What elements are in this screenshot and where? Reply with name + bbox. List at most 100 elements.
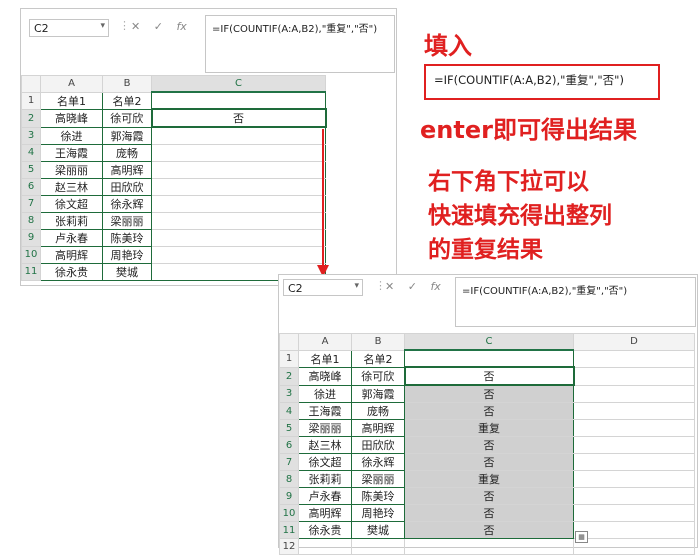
- cell-c[interactable]: [151, 126, 326, 145]
- row-header[interactable]: 6: [279, 436, 299, 454]
- cell-b[interactable]: 名单2: [102, 91, 152, 110]
- cell-c[interactable]: 否: [404, 453, 574, 471]
- row-header[interactable]: 11: [21, 262, 41, 281]
- row-header[interactable]: 4: [279, 402, 299, 420]
- row-header[interactable]: 3: [21, 126, 41, 145]
- cell-a[interactable]: 张莉莉: [40, 211, 103, 230]
- cell-b[interactable]: 郭海霞: [351, 384, 405, 403]
- cell-a[interactable]: 王海霞: [298, 402, 352, 420]
- cell-c[interactable]: 否: [404, 384, 574, 403]
- cell-b[interactable]: 周艳玲: [351, 504, 405, 522]
- corner-cell[interactable]: [279, 333, 299, 351]
- formula-bar-input[interactable]: =IF(COUNTIF(A:A,B2),"重复","否"): [205, 15, 395, 73]
- row-header[interactable]: 1: [21, 91, 41, 110]
- cell-c[interactable]: 否: [404, 402, 574, 420]
- row-header[interactable]: 7: [279, 453, 299, 471]
- row-header[interactable]: 10: [21, 245, 41, 264]
- cell-c[interactable]: [404, 349, 574, 368]
- row-header[interactable]: 1: [279, 349, 299, 368]
- confirm-icon[interactable]: ✓: [408, 280, 417, 293]
- column-header-a[interactable]: A: [298, 333, 352, 351]
- cell-a[interactable]: 徐文超: [298, 453, 352, 471]
- cell-b[interactable]: [351, 538, 405, 555]
- row-header[interactable]: 9: [279, 487, 299, 505]
- column-header-b[interactable]: B: [351, 333, 405, 351]
- row-header[interactable]: 7: [21, 194, 41, 213]
- cell-b[interactable]: 庞畅: [102, 143, 152, 162]
- cell-d[interactable]: [573, 470, 695, 488]
- column-header-c[interactable]: C: [404, 333, 574, 351]
- quick-analysis-icon[interactable]: ▦: [575, 531, 588, 543]
- column-header-b[interactable]: B: [102, 75, 152, 93]
- cell-a[interactable]: 卢永春: [40, 228, 103, 247]
- cell-d[interactable]: [573, 436, 695, 454]
- cell-c[interactable]: 否: [404, 521, 574, 539]
- cell-c[interactable]: [151, 245, 326, 264]
- cell-b[interactable]: 田欣欣: [102, 177, 152, 196]
- cell-b[interactable]: 田欣欣: [351, 436, 405, 454]
- cell-c[interactable]: 重复: [404, 419, 574, 437]
- row-header[interactable]: 4: [21, 143, 41, 162]
- cell-a[interactable]: 徐永贵: [298, 521, 352, 539]
- cell-b[interactable]: 周艳玲: [102, 245, 152, 264]
- cell-b[interactable]: 徐永辉: [351, 453, 405, 471]
- insert-function-icon[interactable]: fx: [430, 280, 440, 293]
- cell-c[interactable]: [404, 538, 574, 555]
- row-header[interactable]: 10: [279, 504, 299, 522]
- cell-a[interactable]: 高明辉: [298, 504, 352, 522]
- row-header[interactable]: 9: [21, 228, 41, 247]
- corner-cell[interactable]: [21, 75, 41, 93]
- cell-a[interactable]: 张莉莉: [298, 470, 352, 488]
- cell-a[interactable]: 梁丽丽: [40, 160, 103, 179]
- name-box[interactable]: C2 ▾: [29, 19, 109, 37]
- cell-a[interactable]: 赵三林: [298, 436, 352, 454]
- cell-c[interactable]: 否: [404, 487, 574, 505]
- cell-c[interactable]: [151, 177, 326, 196]
- cell-a[interactable]: 梁丽丽: [298, 419, 352, 437]
- row-header[interactable]: 11: [279, 521, 299, 539]
- cell-a[interactable]: 高晓峰: [40, 108, 103, 128]
- cell-b[interactable]: 樊城: [102, 262, 152, 281]
- chevron-down-icon[interactable]: ▾: [100, 21, 105, 31]
- cell-c[interactable]: 重复: [404, 470, 574, 488]
- cell-a[interactable]: 徐进: [298, 384, 352, 403]
- cell-d[interactable]: [573, 349, 695, 368]
- row-header[interactable]: 5: [279, 419, 299, 437]
- cell-c[interactable]: [151, 194, 326, 213]
- cell-a[interactable]: 卢永春: [298, 487, 352, 505]
- row-header[interactable]: 8: [21, 211, 41, 230]
- row-header[interactable]: 6: [21, 177, 41, 196]
- cancel-icon[interactable]: ✕: [385, 280, 394, 293]
- cell-d[interactable]: [573, 504, 695, 522]
- cell-d[interactable]: [573, 402, 695, 420]
- cell-a[interactable]: 徐进: [40, 126, 103, 145]
- cell-b[interactable]: 梁丽丽: [102, 211, 152, 230]
- cell-b[interactable]: 徐可欣: [102, 108, 152, 128]
- cell-b[interactable]: 徐永辉: [102, 194, 152, 213]
- cell-b[interactable]: 樊城: [351, 521, 405, 539]
- cell-d[interactable]: [573, 453, 695, 471]
- cell-c[interactable]: 否: [403, 366, 575, 386]
- column-header-c[interactable]: C: [151, 75, 326, 93]
- cancel-icon[interactable]: ✕: [131, 20, 140, 33]
- column-header-d[interactable]: D: [573, 333, 695, 351]
- formula-bar-input[interactable]: =IF(COUNTIF(A:A,B2),"重复","否"): [455, 277, 696, 327]
- row-header[interactable]: 8: [279, 470, 299, 488]
- cell-d[interactable]: [573, 487, 695, 505]
- chevron-down-icon[interactable]: ▾: [354, 281, 359, 291]
- cell-c[interactable]: [151, 228, 326, 247]
- cell-c[interactable]: 否: [404, 436, 574, 454]
- cell-a[interactable]: 王海霞: [40, 143, 103, 162]
- cell-a[interactable]: [298, 538, 352, 555]
- cell-c[interactable]: [151, 160, 326, 179]
- cell-a[interactable]: 徐文超: [40, 194, 103, 213]
- insert-function-icon[interactable]: fx: [176, 20, 186, 33]
- row-header[interactable]: 3: [279, 384, 299, 403]
- cell-b[interactable]: 郭海霞: [102, 126, 152, 145]
- confirm-icon[interactable]: ✓: [154, 20, 163, 33]
- cell-d[interactable]: [573, 521, 695, 539]
- column-header-a[interactable]: A: [40, 75, 103, 93]
- cell-d[interactable]: [573, 384, 695, 403]
- cell-b[interactable]: 高明辉: [102, 160, 152, 179]
- cell-c[interactable]: 否: [150, 108, 327, 128]
